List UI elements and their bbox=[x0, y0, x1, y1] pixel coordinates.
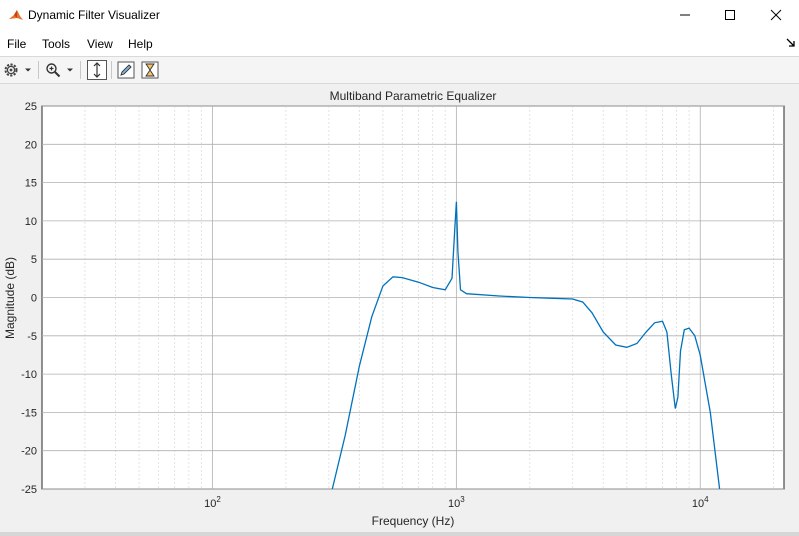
y-tick-label: -20 bbox=[21, 446, 37, 458]
x-tick-label: 104 bbox=[692, 495, 709, 510]
zoom-in-button[interactable] bbox=[45, 60, 61, 80]
settings-dropdown[interactable] bbox=[23, 60, 33, 80]
x-tick-label: 103 bbox=[448, 495, 465, 510]
toolbar-divider bbox=[111, 61, 112, 79]
maximize-icon bbox=[725, 10, 735, 20]
magnitude-plot[interactable]: -25 -20 -15 -10 -5 0 5 10 15 20 25 102 103 104 Multi… bbox=[0, 84, 799, 532]
y-tick-label: 10 bbox=[25, 216, 37, 228]
close-button[interactable] bbox=[753, 0, 799, 30]
y-tick-label: -5 bbox=[27, 331, 37, 343]
pencil-icon bbox=[117, 61, 135, 79]
y-tick-label: 25 bbox=[25, 101, 37, 113]
y-tick-label: -10 bbox=[21, 369, 37, 381]
chart-title: Multiband Parametric Equalizer bbox=[330, 89, 497, 103]
fit-height-icon bbox=[93, 62, 101, 78]
toolbar-divider bbox=[80, 61, 81, 79]
chevron-down-icon bbox=[67, 68, 73, 72]
minimize-button[interactable] bbox=[662, 0, 708, 30]
settings-button[interactable] bbox=[3, 60, 19, 80]
toolbar bbox=[0, 57, 799, 84]
menu-view[interactable]: View bbox=[87, 37, 113, 51]
matlab-app-icon bbox=[8, 8, 24, 24]
maximize-button[interactable] bbox=[707, 0, 753, 30]
y-tick-label: -25 bbox=[21, 484, 37, 496]
figure-area: -25 -20 -15 -10 -5 0 5 10 15 20 25 102 103 104 Multi… bbox=[0, 84, 799, 536]
x-tick-labels: 102 103 104 bbox=[204, 495, 709, 510]
x-tick-label: 102 bbox=[204, 495, 221, 510]
menu-help[interactable]: Help bbox=[128, 37, 153, 51]
gear-icon bbox=[4, 63, 18, 77]
edit-button[interactable] bbox=[117, 60, 135, 80]
x-axis-label: Frequency (Hz) bbox=[372, 514, 455, 528]
y-tick-label: 20 bbox=[25, 139, 37, 151]
zoom-dropdown[interactable] bbox=[65, 60, 75, 80]
y-tick-label: -15 bbox=[21, 407, 37, 419]
close-icon bbox=[770, 9, 782, 21]
zoom-in-icon bbox=[46, 63, 61, 78]
window-bottom-edge bbox=[0, 532, 799, 536]
menu-file[interactable]: File bbox=[7, 37, 26, 51]
y-tick-label: 5 bbox=[31, 254, 37, 266]
hourglass-icon bbox=[141, 61, 159, 79]
menu-bar: File Tools View Help bbox=[0, 32, 799, 57]
y-axis-label: Magnitude (dB) bbox=[3, 257, 17, 339]
y-tick-label: 0 bbox=[31, 293, 37, 305]
window-title: Dynamic Filter Visualizer bbox=[28, 8, 160, 22]
title-bar: Dynamic Filter Visualizer bbox=[0, 0, 799, 32]
fit-height-button[interactable] bbox=[87, 60, 107, 80]
timing-button[interactable] bbox=[141, 60, 159, 80]
toolbar-divider bbox=[38, 61, 39, 79]
chevron-down-icon bbox=[25, 68, 31, 72]
menu-tools[interactable]: Tools bbox=[42, 37, 70, 51]
dock-figure-icon[interactable] bbox=[786, 38, 796, 48]
y-tick-label: 15 bbox=[25, 178, 37, 190]
y-tick-labels: -25 -20 -15 -10 -5 0 5 10 15 20 25 bbox=[21, 101, 37, 496]
minimize-icon bbox=[680, 14, 690, 16]
